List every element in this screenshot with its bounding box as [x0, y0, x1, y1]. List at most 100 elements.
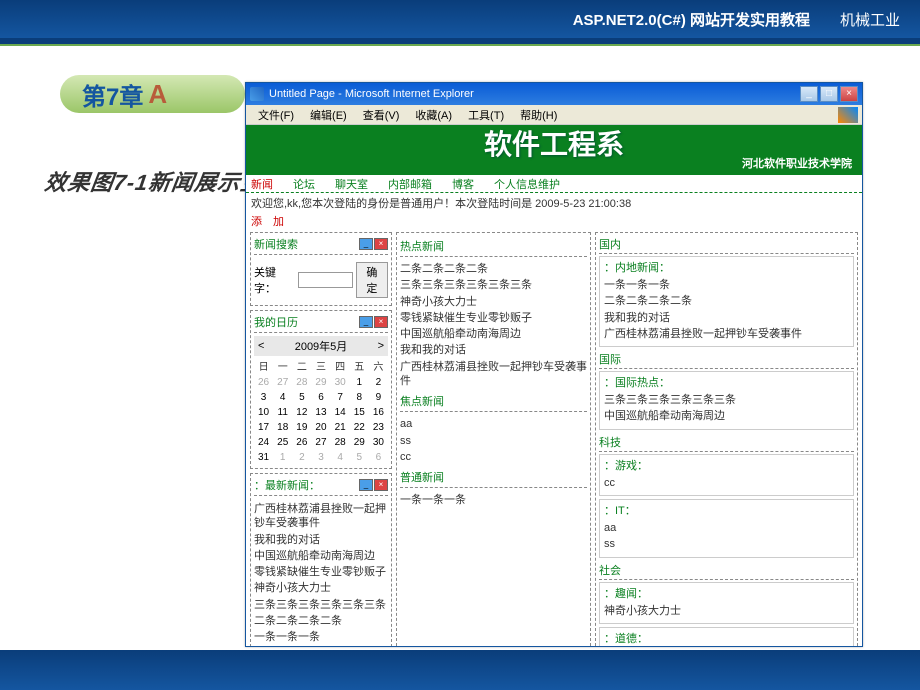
nav-chat[interactable]: 聊天室 — [325, 176, 378, 192]
cal-day[interactable]: 10 — [254, 405, 273, 420]
panel-close-icon[interactable]: × — [374, 316, 388, 328]
nav-forum[interactable]: 论坛 — [283, 176, 325, 192]
list-item[interactable]: 我和我的对话 — [400, 342, 587, 358]
list-item[interactable]: 二条二条二条二条 — [604, 293, 849, 309]
list-item[interactable]: 神奇小孩大力士 — [254, 580, 388, 596]
cal-day[interactable]: 26 — [254, 375, 273, 390]
cal-day[interactable]: 30 — [369, 435, 388, 450]
cal-day[interactable]: 2 — [369, 375, 388, 390]
menu-file[interactable]: 文件(F) — [250, 105, 302, 125]
search-input[interactable] — [298, 272, 353, 288]
list-item[interactable]: 广西桂林荔浦县挫败一起押钞车受袭事件 — [254, 501, 388, 532]
close-button[interactable]: × — [840, 86, 858, 102]
menu-help[interactable]: 帮助(H) — [512, 105, 565, 125]
list-item[interactable]: 三条三条三条三条三条三条 — [604, 392, 849, 408]
cal-day[interactable]: 18 — [273, 420, 292, 435]
list-item[interactable]: 我和我的对话 — [604, 310, 849, 326]
list-item[interactable]: aa — [604, 520, 849, 536]
cal-day[interactable]: 31 — [254, 450, 273, 465]
ie-titlebar[interactable]: Untitled Page - Microsoft Internet Explo… — [246, 83, 862, 105]
search-button[interactable]: 确定 — [356, 262, 388, 298]
cal-day[interactable]: 21 — [331, 420, 350, 435]
panel-min-icon[interactable]: _ — [359, 479, 373, 491]
list-item[interactable]: 一条一条一条 — [604, 277, 849, 293]
latest-panel: ：最新新闻： _ × 广西桂林荔浦县挫败一起押钞车受袭事件我和我的对话中国巡航船… — [250, 473, 392, 646]
cal-day[interactable]: 26 — [292, 435, 311, 450]
list-item[interactable]: 三条三条三条三条三条三条 — [254, 597, 388, 613]
list-item[interactable]: 一条一条一条 — [254, 629, 388, 645]
panel-close-icon[interactable]: × — [374, 238, 388, 250]
list-item[interactable]: 广西桂林荔浦县挫败一起押钞车受袭事件 — [604, 326, 849, 342]
list-item[interactable]: 神奇小孩大力士 — [400, 294, 587, 310]
cal-day[interactable]: 6 — [369, 450, 388, 465]
list-item[interactable]: cc — [400, 449, 587, 465]
list-item[interactable]: 三条三条三条三条三条三条 — [400, 277, 587, 293]
cal-day[interactable]: 27 — [311, 435, 330, 450]
maximize-button[interactable]: □ — [820, 86, 838, 102]
list-item[interactable]: 二条二条二条二条 — [254, 613, 388, 629]
cal-day[interactable]: 7 — [331, 390, 350, 405]
cal-day[interactable]: 13 — [311, 405, 330, 420]
cal-day[interactable]: 4 — [331, 450, 350, 465]
list-item[interactable]: 广西桂林荔浦县挫败一起押钞车受袭事件 — [400, 359, 587, 390]
cal-day[interactable]: 1 — [273, 450, 292, 465]
nav-mail[interactable]: 内部邮箱 — [378, 176, 442, 192]
list-item[interactable]: 我和我的对话 — [254, 532, 388, 548]
cal-next[interactable]: > — [378, 340, 384, 352]
panel-close-icon[interactable]: × — [374, 479, 388, 491]
cal-day[interactable]: 3 — [311, 450, 330, 465]
cal-day[interactable]: 17 — [254, 420, 273, 435]
cal-day[interactable]: 5 — [350, 450, 369, 465]
cal-day[interactable]: 4 — [273, 390, 292, 405]
list-item[interactable]: 零钱紧缺催生专业零钞贩子 — [254, 564, 388, 580]
cal-day[interactable]: 9 — [369, 390, 388, 405]
cal-day[interactable]: 12 — [292, 405, 311, 420]
cal-day[interactable]: 28 — [331, 435, 350, 450]
menu-edit[interactable]: 编辑(E) — [302, 105, 355, 125]
list-item[interactable]: 中国巡航船牵动南海周边 — [254, 548, 388, 564]
cal-day[interactable]: 14 — [331, 405, 350, 420]
cal-day[interactable]: 8 — [350, 390, 369, 405]
intl-sub: ：国际热点： — [604, 374, 849, 390]
cal-day[interactable]: 29 — [350, 435, 369, 450]
cal-day[interactable]: 6 — [311, 390, 330, 405]
list-item[interactable]: 零钱紧缺催生专业零钞贩子 — [400, 310, 587, 326]
cal-day[interactable]: 11 — [273, 405, 292, 420]
list-item[interactable]: ss — [400, 433, 587, 449]
list-item[interactable]: 中国巡航船牵动南海周边 — [400, 326, 587, 342]
cal-day[interactable]: 1 — [350, 375, 369, 390]
panel-min-icon[interactable]: _ — [359, 316, 373, 328]
list-item[interactable]: 神奇小孩大力士 — [604, 603, 849, 619]
cal-day[interactable]: 20 — [311, 420, 330, 435]
cal-day[interactable]: 28 — [292, 375, 311, 390]
menu-view[interactable]: 查看(V) — [355, 105, 408, 125]
cal-day[interactable]: 27 — [273, 375, 292, 390]
cal-day[interactable]: 15 — [350, 405, 369, 420]
cal-prev[interactable]: < — [258, 340, 264, 352]
nav-profile[interactable]: 个人信息维护 — [484, 176, 570, 192]
panel-min-icon[interactable]: _ — [359, 238, 373, 250]
cal-day[interactable]: 25 — [273, 435, 292, 450]
cal-day[interactable]: 29 — [311, 375, 330, 390]
cal-day[interactable]: 5 — [292, 390, 311, 405]
cal-day[interactable]: 16 — [369, 405, 388, 420]
menu-fav[interactable]: 收藏(A) — [407, 105, 460, 125]
list-item[interactable]: ss — [604, 536, 849, 552]
cal-day[interactable]: 23 — [369, 420, 388, 435]
menu-tools[interactable]: 工具(T) — [460, 105, 512, 125]
cal-day[interactable]: 19 — [292, 420, 311, 435]
list-item[interactable]: 二条二条二条二条 — [400, 261, 587, 277]
nav-news[interactable]: 新闻 — [251, 176, 283, 192]
list-item[interactable]: aa — [400, 416, 587, 432]
minimize-button[interactable]: _ — [800, 86, 818, 102]
add-link[interactable]: 添 加 — [246, 213, 862, 229]
cal-day[interactable]: 22 — [350, 420, 369, 435]
list-item[interactable]: cc — [604, 475, 849, 491]
cal-day[interactable]: 24 — [254, 435, 273, 450]
list-item[interactable]: 一条一条一条 — [400, 492, 587, 508]
list-item[interactable]: 中国巡航船牵动南海周边 — [604, 408, 849, 424]
cal-day[interactable]: 2 — [292, 450, 311, 465]
cal-day[interactable]: 30 — [331, 375, 350, 390]
nav-blog[interactable]: 博客 — [442, 176, 484, 192]
cal-day[interactable]: 3 — [254, 390, 273, 405]
